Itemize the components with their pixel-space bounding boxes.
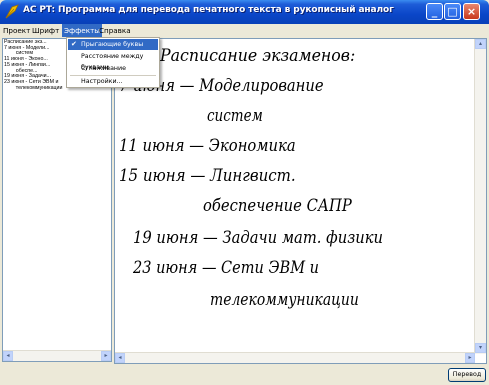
handwritten-line: 19 июня — Задачи мат. физики <box>133 228 383 248</box>
handwriting-render: Расписание экзаменов:7 июня — Моделирова… <box>119 46 383 310</box>
menu-project[interactable]: Проект <box>1 24 32 37</box>
menu-item-letter-spacing[interactable]: Расстояние между буквами <box>68 51 158 71</box>
menu-help[interactable]: Справка <box>97 24 133 37</box>
window-title: AC PT: Программа для перевода печатного … <box>23 5 394 15</box>
menu-item-label: Прыгающие буквы <box>81 41 144 48</box>
canvas-horizontal-scrollbar[interactable]: ◂ ▸ <box>115 352 475 363</box>
app-window: AC PT: Программа для перевода печатного … <box>0 0 489 385</box>
translate-button[interactable]: Перевод <box>448 368 486 382</box>
handwriting-canvas[interactable]: Расписание экзаменов: 7 июня — Моделирова… <box>114 38 487 364</box>
maximize-icon: □ <box>447 5 458 18</box>
handwritten-line: обеспечение САПР <box>203 196 352 216</box>
handwritten-line: 15 июня — Лингвист. <box>119 166 296 186</box>
handwritten-line: Расписание экзаменов: <box>159 46 355 66</box>
canvas-vertical-scrollbar[interactable]: ▴ ▾ <box>474 39 486 354</box>
left-horizontal-scrollbar[interactable]: ◂ ▸ <box>3 350 111 361</box>
checkmark-icon: ✔ <box>71 40 77 48</box>
canvas-scroll-right-icon[interactable]: ▸ <box>465 353 475 363</box>
menu-item-smoothing[interactable]: Сглаживание <box>68 63 158 74</box>
scroll-left-icon[interactable]: ◂ <box>3 351 13 361</box>
menu-item-settings[interactable]: Настройки... <box>68 76 158 87</box>
handwritten-line: телекоммуникации <box>210 290 359 310</box>
menu-font[interactable]: Шрифт <box>30 24 61 37</box>
scroll-down-icon[interactable]: ▾ <box>475 343 486 353</box>
menu-effects[interactable]: Эффекты <box>62 24 102 37</box>
maximize-button[interactable]: □ <box>444 3 461 20</box>
close-icon: × <box>466 5 477 18</box>
handwritten-line: систем <box>207 106 263 126</box>
effects-dropdown: ✔ Прыгающие буквы Расстояние между буква… <box>66 37 160 88</box>
menu-bar: Проект Шрифт Эффекты Справка <box>0 24 489 37</box>
title-bar[interactable]: AC PT: Программа для перевода печатного … <box>0 0 489 24</box>
scroll-right-icon[interactable]: ▸ <box>101 351 111 361</box>
canvas-scroll-left-icon[interactable]: ◂ <box>115 353 125 363</box>
handwritten-line: 23 июня — Сети ЭВМ и <box>132 258 319 278</box>
menu-item-jumping-letters[interactable]: ✔ Прыгающие буквы <box>68 39 158 50</box>
scroll-up-icon[interactable]: ▴ <box>475 39 486 49</box>
minimize-button[interactable]: _ <box>426 3 443 20</box>
minimize-icon: _ <box>431 5 438 18</box>
close-button[interactable]: × <box>463 3 480 20</box>
handwritten-line: 11 июня — Экономика <box>119 136 296 156</box>
feather-pen-icon <box>5 4 19 19</box>
